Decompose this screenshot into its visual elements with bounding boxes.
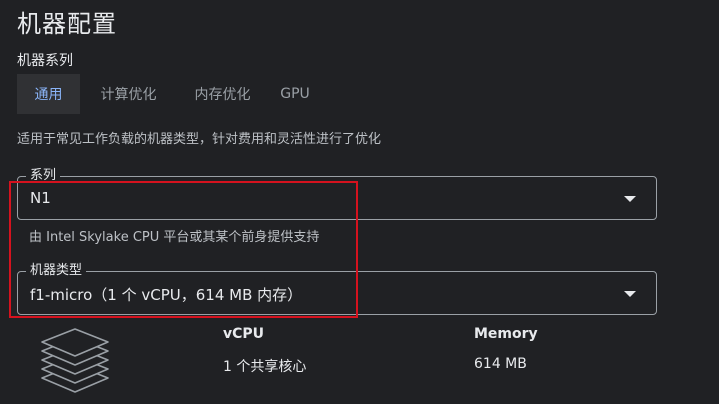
series-select-label: 系列 — [26, 168, 61, 184]
stack-layers-icon — [41, 328, 109, 393]
series-select-value: N1 — [30, 189, 51, 207]
tab-general-purpose[interactable]: 通用 — [17, 74, 80, 114]
machine-config-panel: 机器配置 机器系列 通用 计算优化 内存优化 GPU 适用于常见工作负载的机器类… — [0, 0, 719, 404]
page-title: 机器配置 — [17, 10, 117, 38]
tab-compute-optimized[interactable]: 计算优化 — [80, 74, 175, 114]
vcpu-value: 1 个共享核心 — [223, 359, 307, 375]
memory-value: 614 MB — [474, 356, 527, 372]
series-select[interactable]: 系列 N1 — [17, 168, 657, 220]
series-helper-text: 由 Intel Skylake CPU 平台或其某个前身提供支持 — [29, 230, 320, 245]
tab-gpu[interactable]: GPU — [270, 74, 320, 114]
tab-memory-optimized[interactable]: 内存优化 — [175, 74, 270, 114]
machine-type-select[interactable]: 机器类型 f1-micro（1 个 vCPU，614 MB 内存） — [17, 263, 657, 315]
memory-label: Memory — [474, 326, 538, 342]
machine-family-label: 机器系列 — [17, 53, 73, 69]
machine-type-select-label: 机器类型 — [26, 263, 87, 279]
chevron-down-icon — [624, 291, 636, 297]
chevron-down-icon — [624, 196, 636, 202]
vcpu-label: vCPU — [223, 326, 265, 342]
machine-type-select-value: f1-micro（1 个 vCPU，614 MB 内存） — [30, 286, 303, 304]
machine-family-description: 适用于常见工作负载的机器类型，针对费用和灵活性进行了优化 — [17, 132, 382, 147]
machine-family-tabs: 通用 计算优化 内存优化 GPU — [17, 74, 320, 114]
